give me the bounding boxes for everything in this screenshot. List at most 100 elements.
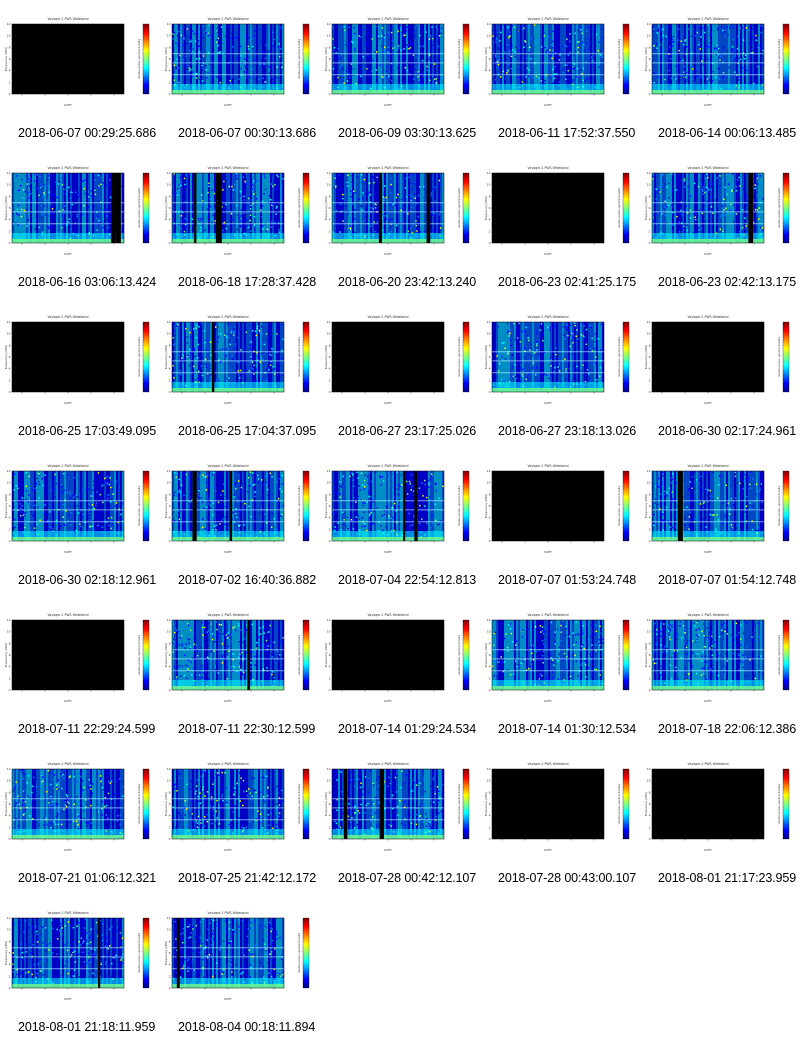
speckle (680, 40, 682, 43)
spectral-streak (56, 471, 58, 541)
speckle (243, 212, 245, 214)
speckle (366, 195, 368, 197)
speckle (239, 220, 242, 223)
speckle (62, 472, 65, 475)
speckle (749, 507, 752, 509)
spectral-streak (368, 471, 370, 541)
speckle (342, 523, 345, 525)
speckle (349, 47, 351, 50)
speckle (365, 487, 367, 490)
speckle (572, 377, 575, 379)
speckle (352, 479, 354, 482)
speckle (727, 43, 729, 46)
speckle (492, 35, 494, 38)
colorbar (142, 172, 150, 244)
spectral-streak (208, 471, 210, 541)
speckle (70, 228, 72, 231)
spectral-streak (536, 24, 538, 94)
speckle (213, 525, 216, 527)
spectral-streak (364, 24, 366, 94)
speckle (383, 215, 386, 217)
speckle (179, 176, 182, 179)
speckle (192, 44, 195, 46)
speckle (558, 370, 561, 372)
spectral-streak (236, 173, 238, 243)
y-tick-label: 8 (489, 343, 491, 347)
speckle (181, 37, 184, 40)
speckle (557, 366, 559, 368)
speckle (751, 528, 754, 531)
speckle (363, 479, 366, 482)
speckle (434, 179, 436, 181)
speckle (120, 513, 122, 516)
spectral-streak (90, 173, 92, 243)
speckle (56, 204, 58, 206)
spectral-streak (188, 173, 190, 243)
speckle (97, 514, 100, 517)
speckle (87, 206, 90, 209)
speckle (676, 215, 678, 218)
y-tick-label: 0 (169, 539, 171, 543)
speckle (689, 511, 692, 513)
speckle (385, 504, 387, 506)
spectrogram-cell: Voyager-1 PWS Wideband Frequency (kHz) 0 2 4… (0, 596, 160, 745)
speckle (262, 359, 264, 361)
spectrogram-svg: Voyager-1 PWS WidebandFrequency (kHz)024… (4, 315, 150, 405)
speckle (669, 54, 672, 57)
speckle (574, 324, 576, 327)
speckle (572, 67, 574, 70)
speckle (495, 38, 498, 40)
spectral-streak (658, 24, 660, 94)
speckle (25, 475, 28, 478)
data-gap (748, 173, 754, 243)
speckle (73, 496, 76, 499)
speckle (16, 213, 19, 216)
speckle (434, 176, 437, 178)
speckle (265, 481, 267, 484)
speckle (435, 220, 437, 222)
speckle (549, 326, 551, 329)
spectral-streak (590, 24, 592, 94)
speckle (410, 489, 412, 491)
speckle (225, 352, 227, 355)
speckle (684, 186, 686, 188)
spectral-streak (546, 24, 548, 94)
speckle (689, 195, 692, 197)
speckle (82, 513, 85, 516)
speckle (198, 45, 201, 47)
speckle (75, 178, 77, 180)
speckle (198, 57, 201, 60)
speckle (43, 512, 46, 515)
speckle (270, 354, 272, 357)
speckle (586, 369, 589, 371)
speckle (562, 334, 565, 336)
y-tick-label: 2 (9, 527, 11, 531)
speckle (532, 37, 535, 40)
speckle (510, 344, 512, 347)
speckle (352, 190, 355, 193)
spectral-streak (512, 24, 514, 94)
speckle (177, 491, 179, 494)
speckle (350, 518, 353, 521)
speckle (62, 516, 65, 518)
spectral-streak (172, 471, 174, 541)
speckle (433, 47, 435, 50)
y-tick-label: 10 (167, 332, 171, 336)
speckle (180, 484, 183, 486)
speckle (415, 224, 418, 227)
speckle (55, 196, 58, 199)
speckle (345, 475, 348, 478)
speckle (702, 518, 705, 521)
speckle (353, 485, 355, 488)
speckle (64, 209, 66, 212)
speckle (438, 523, 440, 526)
spectral-streak (582, 24, 584, 94)
spectral-streak (522, 322, 524, 392)
spectral-streak (736, 24, 738, 94)
speckle (670, 204, 673, 206)
speckle (435, 81, 438, 84)
speckle (677, 39, 679, 41)
speckle (257, 356, 259, 359)
spectral-streak (560, 24, 562, 94)
speckle (39, 519, 41, 522)
